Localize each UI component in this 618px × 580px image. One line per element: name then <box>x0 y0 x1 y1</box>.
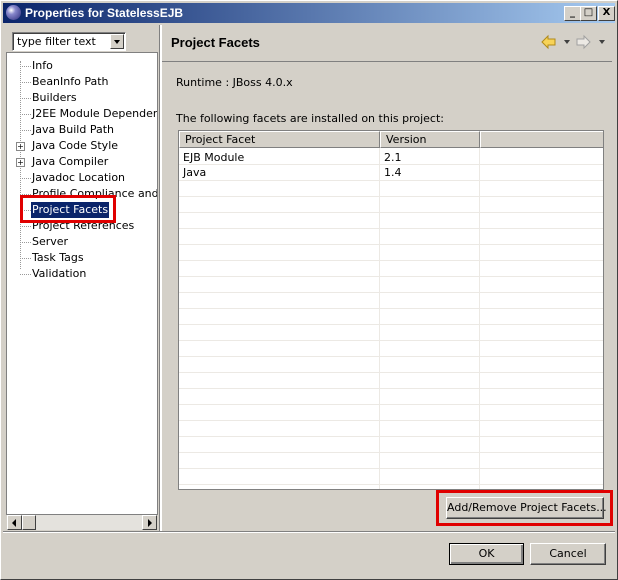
tree-item[interactable]: + Java Code Style <box>7 138 157 154</box>
tree-item[interactable]: Profile Compliance and Validation <box>7 186 158 202</box>
tree-item-label: Java Build Path <box>32 123 115 136</box>
tree-horizontal-scrollbar[interactable] <box>7 515 157 530</box>
window-title: Properties for StatelessEJB <box>25 6 184 20</box>
properties-dialog: Properties for StatelessEJB _ □ X type f… <box>0 0 618 580</box>
column-divider <box>379 148 380 489</box>
column-header-filler <box>480 131 603 148</box>
scroll-right-arrow-icon[interactable] <box>142 515 157 530</box>
tree-item[interactable]: Info <box>7 58 157 74</box>
tree-item-label: Validation <box>32 267 87 280</box>
facet-version-cell: 2.1 <box>384 151 402 164</box>
tree-connector <box>20 82 31 83</box>
runtime-label: Runtime : JBoss 4.0.x <box>176 76 293 89</box>
splitter[interactable] <box>159 25 162 531</box>
forward-arrow-icon[interactable] <box>575 34 591 50</box>
tree-item[interactable]: + Java Compiler <box>7 154 157 170</box>
tree-item[interactable]: Javadoc Location <box>7 170 157 186</box>
tree-connector <box>20 274 31 275</box>
tree-connector <box>20 242 31 243</box>
column-header-project-facet[interactable]: Project Facet <box>179 131 380 148</box>
tree-item-label: Info <box>32 59 53 72</box>
table-row[interactable]: Java 1.4 <box>179 165 603 180</box>
column-header-version[interactable]: Version <box>380 131 480 148</box>
tree-item[interactable]: BeanInfo Path <box>7 74 157 90</box>
tree-item-label: Task Tags <box>32 251 84 264</box>
tree-item-label: Profile Compliance and Validation <box>32 187 158 200</box>
tree-connector <box>20 194 31 195</box>
tree-connector <box>20 98 31 99</box>
tree-item-label: BeanInfo Path <box>32 75 109 88</box>
tree-item-label: Builders <box>32 91 77 104</box>
tree-connector <box>20 66 31 67</box>
tree-connector <box>20 130 31 131</box>
chevron-down-icon[interactable] <box>110 34 124 49</box>
tree-connector <box>20 114 31 115</box>
scroll-left-arrow-icon[interactable] <box>7 515 22 530</box>
facet-name-cell: EJB Module <box>183 151 245 164</box>
maximize-button[interactable]: □ <box>580 6 597 21</box>
footer-separator <box>3 531 615 533</box>
tree-connector <box>20 178 31 179</box>
table-row[interactable]: EJB Module 2.1 <box>179 150 603 165</box>
title-bar: Properties for StatelessEJB _ □ X <box>3 3 615 23</box>
facets-table[interactable]: Project Facet Version EJB Module 2.1 Java 1… <box>178 130 604 490</box>
tree-connector <box>20 210 31 211</box>
tree-item-label: Server <box>32 235 69 248</box>
tree-item[interactable]: J2EE Module Dependencies <box>7 106 157 122</box>
ok-button[interactable]: OK <box>449 543 524 565</box>
forward-history-chevron-icon[interactable] <box>599 40 605 44</box>
page-title: Project Facets <box>171 35 260 50</box>
add-remove-facets-button[interactable]: Add/Remove Project Facets... <box>446 497 607 519</box>
eclipse-icon <box>6 5 21 20</box>
filter-input[interactable]: type filter text <box>17 35 96 48</box>
expand-plus-icon[interactable]: + <box>16 142 25 151</box>
tree-item-label: Java Code Style <box>32 139 119 152</box>
tree-connector <box>20 258 31 259</box>
property-page-tree[interactable]: Info BeanInfo Path Builders J2EE Module Dep… <box>6 52 158 515</box>
tree-item-label: Project References <box>32 219 135 232</box>
filter-combo[interactable]: type filter text <box>12 32 126 51</box>
cancel-button[interactable]: Cancel <box>530 543 606 565</box>
expand-plus-icon[interactable]: + <box>16 158 25 167</box>
tree-item[interactable]: Validation <box>7 266 157 282</box>
tree-item[interactable]: Builders <box>7 90 157 106</box>
minimize-button[interactable]: _ <box>564 6 581 21</box>
installed-facets-label: The following facets are installed on th… <box>176 112 444 125</box>
tree-connector <box>20 226 31 227</box>
facet-version-cell: 1.4 <box>384 166 402 179</box>
back-history-chevron-icon[interactable] <box>564 40 570 44</box>
close-button[interactable]: X <box>598 6 615 21</box>
tree-item-label: Javadoc Location <box>32 171 126 184</box>
tree-item[interactable]: Task Tags <box>7 250 157 266</box>
facet-name-cell: Java <box>183 166 207 179</box>
tree-item-label: Java Compiler <box>32 155 109 168</box>
tree-item-label: Project Facets <box>31 202 110 218</box>
page-header: Project Facets <box>162 25 612 62</box>
column-divider <box>479 148 480 489</box>
back-arrow-icon[interactable] <box>541 34 557 50</box>
tree-item[interactable]: Project References <box>7 218 157 234</box>
tree-item-label: J2EE Module Dependencies <box>32 107 157 120</box>
tree-item[interactable]: Java Build Path <box>7 122 157 138</box>
scroll-thumb[interactable] <box>22 515 36 530</box>
tree-item[interactable]: Project Facets <box>7 202 157 218</box>
tree-item[interactable]: Server <box>7 234 157 250</box>
